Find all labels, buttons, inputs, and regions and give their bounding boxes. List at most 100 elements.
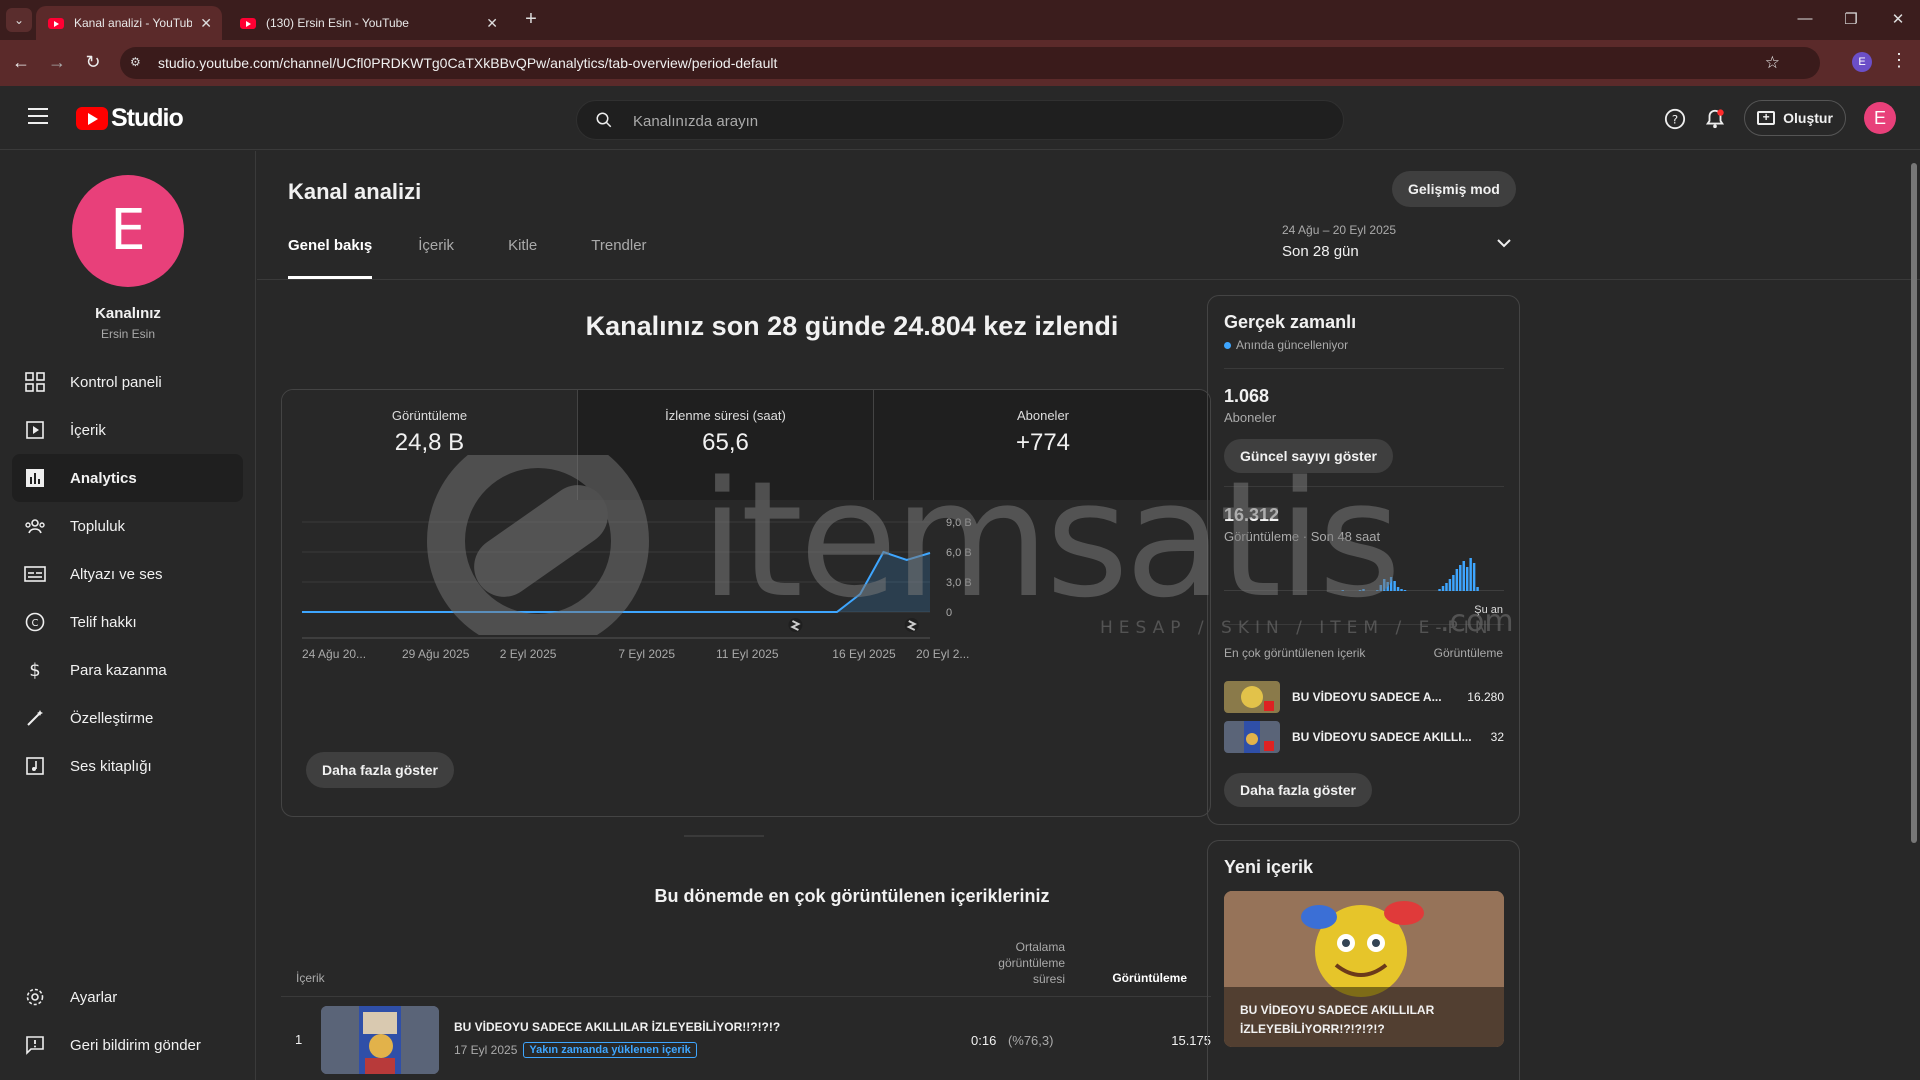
youtube-studio-logo[interactable]: Studio [76,104,184,133]
sidebar-item-dashboard[interactable]: Kontrol paneli [12,358,243,406]
realtime-bar [1400,589,1403,591]
table-row[interactable]: 1 BU VİDEOYU SADECE AKILLILAR İZLEYEBİLİ… [281,1006,1211,1076]
video-thumbnail[interactable] [321,1006,439,1074]
thumbnail-image [321,1006,439,1074]
show-live-count-button[interactable]: Güncel sayıyı göster [1224,439,1393,473]
minimize-icon[interactable]: — [1794,10,1816,27]
y-tick-label: 6,0 B [946,547,972,559]
reload-icon[interactable]: ↻ [82,51,104,73]
item-title: BU VİDEOYU SADECE A... [1292,690,1442,704]
sidebar-item-feedback[interactable]: Geri bildirim gönder [12,1021,243,1069]
advanced-mode-button[interactable]: Gelişmiş mod [1392,171,1516,207]
metric-value: 24,8 B [394,429,465,456]
browser-profile-avatar[interactable]: E [1852,52,1872,72]
window-close-icon[interactable]: ✕ [1887,10,1909,28]
tab-audience[interactable]: Kitle [508,237,537,279]
tab-overview[interactable]: Genel bakış [288,237,373,279]
tab-title: (130) Ersin Esin - YouTube [266,16,409,30]
close-icon[interactable]: ✕ [486,15,498,32]
sidebar-item-label: Ses kitaplığı [70,757,152,775]
metric-subscribers[interactable]: Aboneler +774 [874,390,1210,500]
realtime-bar [1462,561,1465,591]
bookmark-star-icon[interactable]: ☆ [1765,53,1780,73]
tab-list-button[interactable]: ⌄ [6,8,32,32]
sidebar-item-label: Analytics [70,469,137,487]
realtime-bar [1476,587,1479,591]
browser-tab-active[interactable]: Kanal analizi - YouTube Studio ✕ [36,6,222,40]
column-header-avg-duration[interactable]: Ortalama görüntüleme süresi [957,939,1065,987]
search-placeholder: Kanalınızda arayın [633,113,759,130]
customization-icon [24,707,46,729]
restore-icon[interactable]: ❐ [1840,10,1862,28]
help-icon[interactable]: ? [1664,108,1686,130]
tab-trends[interactable]: Trendler [591,237,646,279]
scroll-thumb[interactable] [1911,163,1917,843]
sidebar-item-settings[interactable]: Ayarlar [12,973,243,1021]
search-input[interactable]: Kanalınızda arayın [576,100,1344,140]
y-tick-label: 3,0 B [946,577,972,589]
tab-label: Genel bakış [288,237,373,254]
realtime-bar [1465,567,1469,591]
sidebar-item-monetization[interactable]: $ Para kazanma [12,646,243,694]
realtime-show-more-button[interactable]: Daha fazla göster [1224,773,1372,807]
video-thumbnail [1224,721,1280,753]
monetization-icon: $ [24,659,46,681]
tabs-divider [257,279,1920,280]
realtime-bar [1469,558,1472,591]
sidebar-item-analytics[interactable]: Analytics [12,454,243,502]
account-avatar[interactable]: E [1864,102,1896,134]
metric-watch-time[interactable]: İzlenme süresi (saat) 65,6 [578,390,874,500]
forward-icon[interactable]: → [46,51,68,73]
new-content-thumbnail[interactable]: BU VİDEOYU SADECE AKILLILAR İZLEYEBİLİYO… [1224,891,1504,1047]
analytics-main: Kanal analizi Gelişmiş mod Genel bakış İ… [257,151,1920,1080]
browser-menu-icon[interactable]: ⋮ [1890,50,1908,71]
realtime-bar [1362,589,1365,591]
sidebar-item-community[interactable]: Topluluk [12,502,243,550]
close-icon[interactable]: ✕ [200,15,212,32]
row-date: 17 Eyl 2025 [454,1043,518,1057]
tab-content[interactable]: İçerik [418,237,454,279]
sidebar-item-content[interactable]: İçerik [12,406,243,454]
realtime-views-bars [1224,558,1504,591]
new-tab-button[interactable]: + [520,8,542,32]
overview-chart-card: Görüntüleme 24,8 B İzlenme süresi (saat)… [281,389,1211,817]
tab-label: Trendler [591,237,647,254]
row-video-title[interactable]: BU VİDEOYU SADECE AKILLILAR İZLEYEBİLİYO… [454,1020,780,1034]
sidebar-item-label: İçerik [70,421,106,439]
now-label: Şu an [1474,604,1503,616]
channel-avatar[interactable]: E [72,175,184,287]
show-more-button[interactable]: Daha fazla göster [306,752,454,788]
metric-views[interactable]: Görüntüleme 24,8 B [282,390,578,500]
column-header-views[interactable]: Görüntüleme [1079,971,1187,985]
notifications-icon[interactable] [1704,108,1726,130]
sidebar-item-label: Altyazı ve ses [70,565,163,583]
sidebar-item-customization[interactable]: Özelleştirme [12,694,243,742]
sidebar-item-subtitles[interactable]: Altyazı ve ses [12,550,243,598]
create-button[interactable]: + Oluştur [1744,100,1846,136]
sidebar-item-audio-library[interactable]: Ses kitaplığı [12,742,243,790]
site-info-icon[interactable]: ⚙ [130,55,146,71]
upload-marker-icon [904,618,919,632]
video-title-line: İZLEYEBİLİYORR!?!?!?!? [1240,1022,1385,1036]
browser-tab[interactable]: (130) Ersin Esin - YouTube ✕ [228,6,508,40]
community-icon [24,515,46,537]
realtime-top-item[interactable]: BU VİDEOYU SADECE AKILLI... 32 [1224,721,1504,753]
back-icon[interactable]: ← [10,51,32,73]
url-field[interactable]: ⚙ studio.youtube.com/channel/UCfl0PRDKWT… [120,47,1820,79]
page-title: Kanal analizi [288,179,422,204]
sidebar-item-label: Topluluk [70,517,126,535]
realtime-top-item[interactable]: BU VİDEOYU SADECE A... 16.280 [1224,681,1504,713]
sidebar-item-copyright[interactable]: C Telif hakkı [12,598,243,646]
item-views: 16.280 [1467,690,1504,704]
youtube-favicon-icon [48,17,64,29]
page-scrollbar[interactable] [1908,151,1920,1080]
recent-upload-badge: Yakın zamanda yüklenen içerik [523,1042,697,1058]
realtime-subtitle: Anında güncelleniyor [1224,338,1348,352]
period-selector[interactable]: 24 Ağu – 20 Eyl 2025 Son 28 gün [1282,223,1522,269]
header-line: görüntüleme [998,956,1065,970]
column-header-content: İçerik [296,971,325,985]
period-range: 24 Ağu – 20 Eyl 2025 [1282,223,1397,237]
menu-icon[interactable] [28,108,48,124]
row-meta: 17 Eyl 2025 Yakın zamanda yüklenen içeri… [454,1042,697,1058]
period-label: Son 28 gün [1282,243,1359,260]
